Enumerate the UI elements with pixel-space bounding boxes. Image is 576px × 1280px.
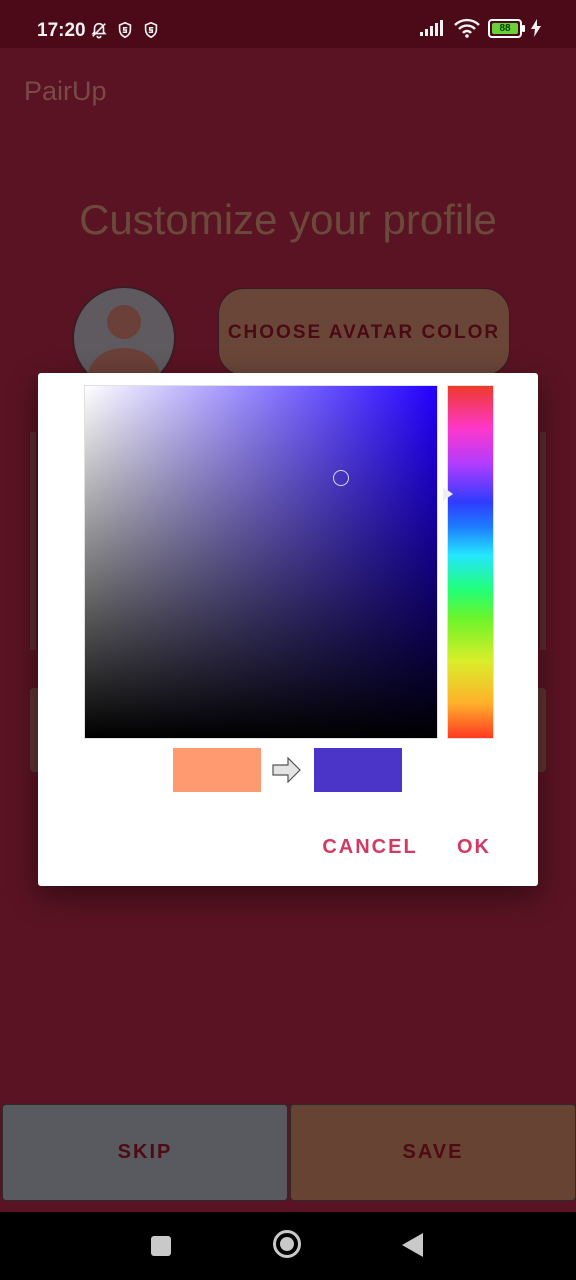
saturation-value-picker[interactable]: [84, 385, 438, 739]
old-color-swatch: [173, 748, 261, 792]
app-title: PairUp: [24, 76, 107, 106]
arrow-right-icon: [272, 757, 301, 783]
battery-level: 88: [499, 22, 511, 34]
signal-icon: [420, 20, 443, 36]
color-picker-dialog: CANCEL OK: [38, 373, 538, 886]
wifi-icon: [454, 18, 480, 38]
recent-apps-button[interactable]: [151, 1236, 171, 1256]
charging-bolt-icon: [531, 19, 541, 37]
vpn-shield-icon: [144, 21, 158, 39]
background-card-edge: [30, 432, 36, 650]
ok-button[interactable]: OK: [446, 829, 502, 865]
home-button[interactable]: [273, 1230, 301, 1258]
cancel-button[interactable]: CANCEL: [320, 829, 420, 865]
background-button-edge: [538, 688, 546, 772]
background-card-edge: [540, 432, 546, 650]
hue-slider[interactable]: [447, 385, 494, 739]
battery-icon: 88: [488, 18, 525, 38]
vpn-shield-icon: [118, 21, 132, 39]
hue-slider-handle[interactable]: [443, 487, 453, 501]
color-selector-handle[interactable]: [333, 470, 349, 486]
status-bar: 17:20 88: [0, 0, 576, 48]
mute-bell-icon: [91, 22, 107, 39]
skip-button[interactable]: SKIP: [2, 1104, 288, 1201]
status-notification-icons: [90, 20, 160, 40]
back-button[interactable]: [402, 1233, 423, 1257]
background-button-edge: [30, 688, 38, 772]
status-system-icons: 88: [420, 18, 542, 38]
new-color-swatch: [314, 748, 402, 792]
save-button[interactable]: SAVE: [290, 1104, 576, 1201]
page-headline: Customize your profile: [79, 196, 497, 243]
navigation-bar: [0, 1212, 576, 1280]
choose-avatar-color-button[interactable]: CHOOSE AVATAR COLOR: [218, 288, 510, 376]
status-time: 17:20: [37, 20, 86, 41]
